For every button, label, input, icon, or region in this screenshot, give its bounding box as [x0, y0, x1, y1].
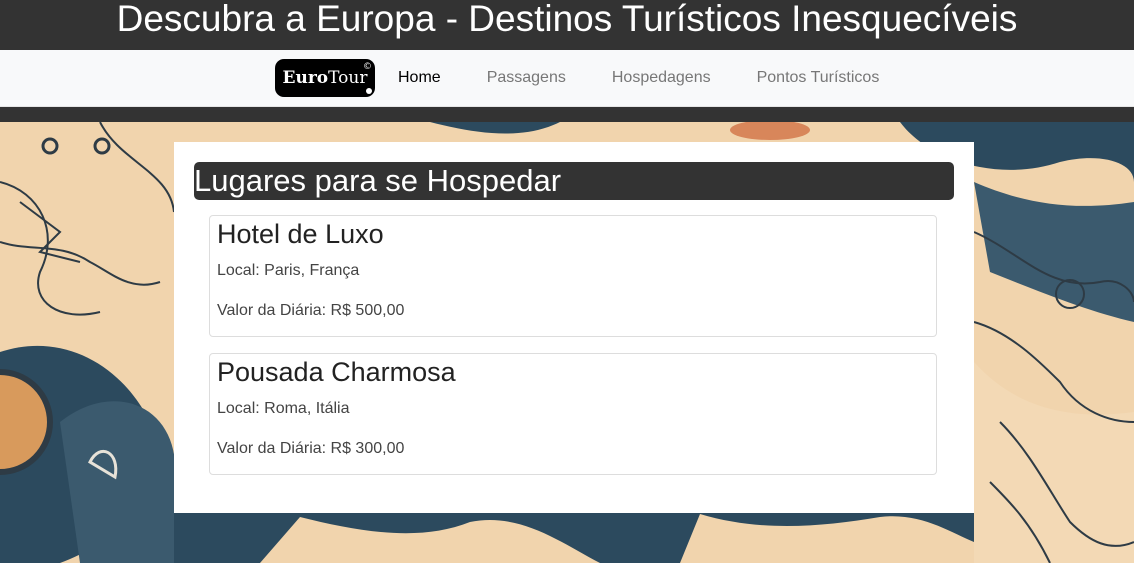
section-title: Lugares para se Hospedar: [194, 162, 954, 200]
navbar: Euro Tour © Home Passagens Hospedagens Po…: [0, 50, 1134, 107]
card-price: Valor da Diária: R$ 500,00: [217, 302, 405, 319]
lodging-card: Hotel de Luxo Local: Paris, França Valor…: [209, 215, 937, 337]
card-title: Pousada Charmosa: [217, 357, 456, 387]
copyright-icon: ©: [363, 62, 372, 72]
header-divider-strip: [0, 107, 1134, 122]
card-price: Valor da Diária: R$ 300,00: [217, 440, 405, 457]
nav-link-hospedagens[interactable]: Hospedagens: [612, 69, 711, 87]
card-location: Local: Roma, Itália: [217, 400, 350, 417]
eurotour-logo[interactable]: Euro Tour ©: [275, 59, 375, 97]
card-title: Hotel de Luxo: [217, 219, 384, 249]
logo-text-tour: Tour: [328, 68, 368, 88]
nav-link-pontos-turisticos[interactable]: Pontos Turísticos: [757, 69, 880, 87]
logo-text-euro: Euro: [282, 68, 329, 88]
site-header: Descubra a Europa - Destinos Turísticos …: [0, 0, 1134, 50]
nav-link-passagens[interactable]: Passagens: [487, 69, 566, 87]
nav-inner: Euro Tour © Home Passagens Hospedagens Po…: [275, 58, 925, 98]
logo-dot-icon: [366, 88, 372, 94]
sea-west-2: [60, 401, 175, 563]
site-title: Descubra a Europa - Destinos Turísticos …: [116, 0, 1018, 39]
card-location: Local: Paris, França: [217, 262, 360, 279]
nav-link-home[interactable]: Home: [398, 69, 441, 87]
lodging-card: Pousada Charmosa Local: Roma, Itália Val…: [209, 353, 937, 475]
lodging-panel: Lugares para se Hospedar Hotel de Luxo L…: [174, 142, 974, 513]
map-label-shape: [565, 514, 605, 526]
